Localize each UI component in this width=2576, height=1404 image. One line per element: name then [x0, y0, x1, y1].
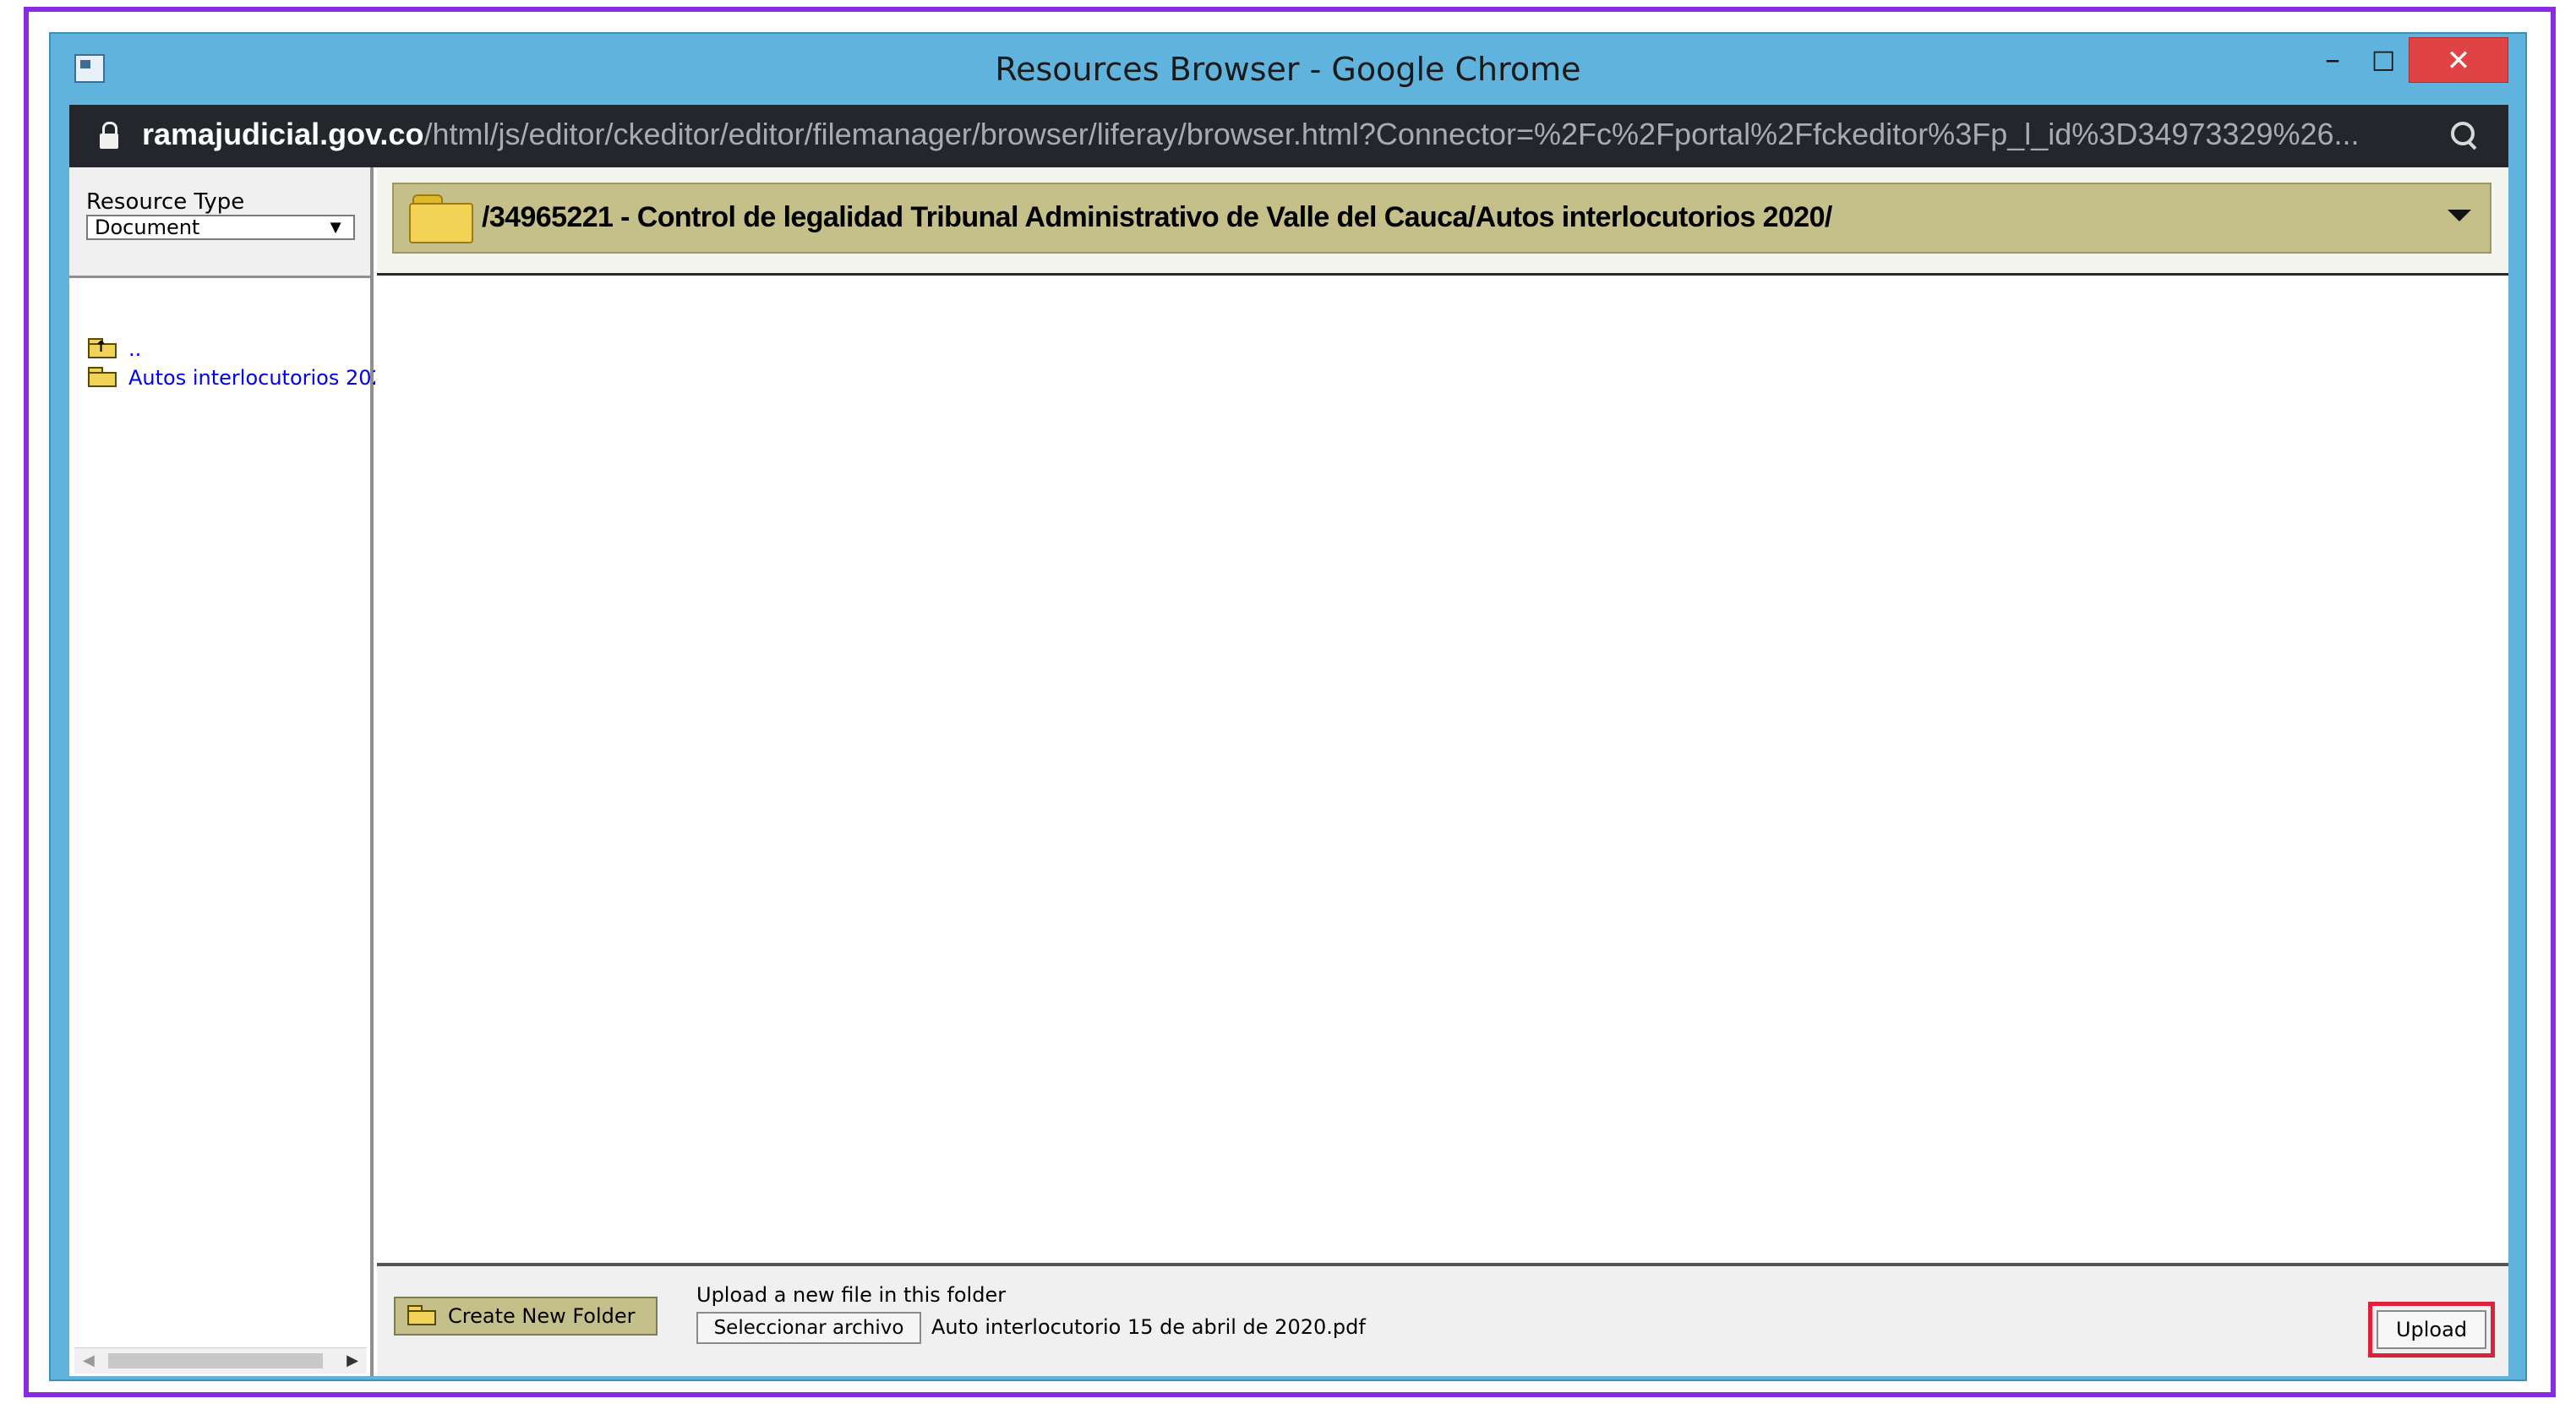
- folder-up-icon: ↑: [88, 338, 118, 360]
- create-folder-label: Create New Folder: [448, 1304, 636, 1328]
- file-list-area[interactable]: [377, 276, 2508, 1263]
- tree-item-label: Autos interlocutorios 202: [128, 366, 375, 390]
- zoom-icon[interactable]: [2449, 120, 2480, 150]
- address-bar[interactable]: ramajudicial.gov.co/html/js/editor/ckedi…: [69, 105, 2508, 167]
- scroll-right-icon[interactable]: ▶: [347, 1352, 358, 1369]
- page-content: Resource Type Document ▼ ↑ .. Autos inte…: [69, 167, 2508, 1376]
- dropdown-arrow-icon: ▼: [326, 216, 345, 238]
- folder-icon: [407, 1305, 438, 1327]
- lock-icon[interactable]: [100, 122, 118, 150]
- window-title: Resources Browser - Google Chrome: [995, 51, 1581, 88]
- resource-type-value: Document: [95, 216, 200, 239]
- footer-toolbar: Create New Folder Upload a new file in t…: [377, 1263, 2508, 1376]
- title-bar: Resources Browser - Google Chrome – □ ✕: [51, 34, 2525, 105]
- path-bar: /34965221 - Control de legalidad Tribuna…: [377, 167, 2508, 276]
- url-path: /html/js/editor/ckeditor/editor/filemana…: [423, 117, 2360, 151]
- folder-icon: [409, 194, 477, 245]
- folder-icon: [88, 367, 118, 389]
- minimize-button[interactable]: –: [2307, 37, 2358, 83]
- tree-item-parent[interactable]: ↑ ..: [88, 336, 172, 362]
- resource-type-select[interactable]: Document ▼: [86, 215, 355, 240]
- maximize-button[interactable]: □: [2358, 37, 2409, 83]
- resource-type-panel: Resource Type Document ▼: [69, 167, 370, 278]
- selected-file-name: Auto interlocutorio 15 de abril de 2020.…: [931, 1315, 1366, 1339]
- create-folder-button[interactable]: Create New Folder: [394, 1297, 658, 1336]
- current-folder-bar[interactable]: /34965221 - Control de legalidad Tribuna…: [392, 183, 2491, 254]
- choose-file-button[interactable]: Seleccionar archivo: [696, 1312, 921, 1344]
- browser-window: Resources Browser - Google Chrome – □ ✕ …: [49, 32, 2527, 1381]
- close-button[interactable]: ✕: [2409, 37, 2508, 83]
- resource-type-label: Resource Type: [86, 189, 245, 215]
- current-path: /34965221 - Control de legalidad Tribuna…: [482, 201, 1832, 233]
- left-panel: Resource Type Document ▼ ↑ .. Autos inte…: [69, 167, 375, 1376]
- url-domain: ramajudicial.gov.co: [142, 117, 424, 151]
- url-text[interactable]: ramajudicial.gov.co/html/js/editor/ckedi…: [142, 117, 2407, 152]
- tree-item-label: ..: [128, 337, 142, 361]
- upload-button[interactable]: Upload: [2377, 1310, 2486, 1349]
- chevron-down-icon[interactable]: [2448, 210, 2471, 221]
- scroll-left-icon[interactable]: ◀: [83, 1352, 95, 1369]
- tree-item-folder[interactable]: Autos interlocutorios 202: [88, 365, 375, 391]
- right-panel: /34965221 - Control de legalidad Tribuna…: [377, 167, 2508, 1376]
- horizontal-scrollbar[interactable]: ◀ ▶: [74, 1347, 367, 1374]
- upload-label: Upload a new file in this folder: [696, 1283, 1007, 1307]
- scrollbar-thumb[interactable]: [108, 1353, 323, 1368]
